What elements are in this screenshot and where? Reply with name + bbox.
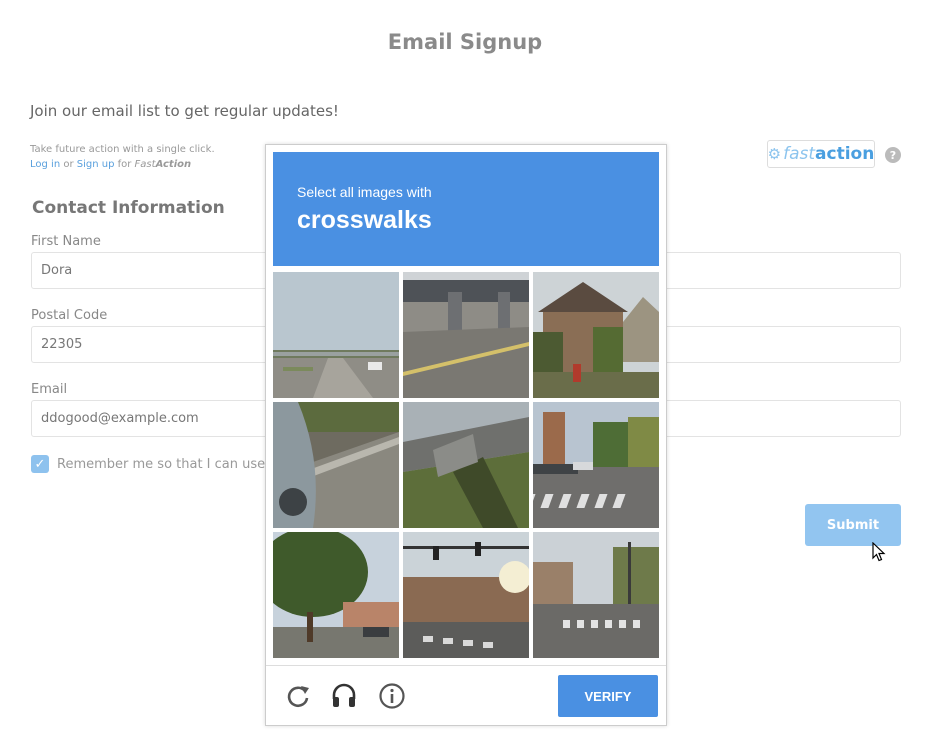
fastaction-note: Take future action with a single click. … xyxy=(30,142,215,172)
intro-text: Join our email list to get regular updat… xyxy=(30,102,339,120)
captcha-tile-intersection-crosswalk[interactable] xyxy=(533,402,659,528)
captcha-tile-house-with-tree[interactable] xyxy=(533,272,659,398)
captcha-instruction: Select all images with xyxy=(297,184,432,200)
captcha-target: crosswalks xyxy=(297,206,432,234)
captcha-tile-traffic-light-crosswalk[interactable] xyxy=(403,532,529,658)
first-name-label: First Name xyxy=(31,234,101,249)
remember-label: Remember me so that I can use Fa xyxy=(57,456,284,472)
mouse-cursor-icon xyxy=(872,542,886,562)
captcha-header: Select all images with crosswalks xyxy=(273,152,659,266)
remember-checkbox[interactable]: ✓ xyxy=(31,455,49,473)
logo-fast-text: fast xyxy=(783,144,816,164)
captcha-tile-bridge-underside[interactable] xyxy=(403,402,529,528)
email-label: Email xyxy=(31,382,68,397)
or-text: or xyxy=(60,159,77,170)
captcha-tile-under-bridge-road[interactable] xyxy=(403,272,529,398)
captcha-tile-highway-overpass[interactable] xyxy=(273,272,399,398)
audio-headphones-icon[interactable] xyxy=(330,682,358,710)
reload-icon[interactable] xyxy=(284,682,312,710)
captcha-divider xyxy=(266,665,666,666)
captcha-tile-street-crosswalk[interactable] xyxy=(533,532,659,658)
login-link[interactable]: Log in xyxy=(30,159,60,170)
for-text: for xyxy=(114,159,135,170)
logo-action-text: action xyxy=(815,144,875,164)
fastaction-brand: FastAction xyxy=(134,159,192,170)
page-title: Email Signup xyxy=(387,30,543,54)
signup-link[interactable]: Sign up xyxy=(77,159,115,170)
submit-button[interactable]: Submit xyxy=(805,504,901,546)
help-icon[interactable]: ? xyxy=(885,147,901,163)
contact-section-title: Contact Information xyxy=(32,198,225,218)
fastaction-note-text: Take future action with a single click. xyxy=(30,144,215,155)
verify-button[interactable]: VERIFY xyxy=(558,675,658,717)
captcha-tile-car-curb-closeup[interactable] xyxy=(273,402,399,528)
remember-me: ✓ Remember me so that I can use Fa xyxy=(31,455,284,473)
captcha-tile-trees-parking-lot[interactable] xyxy=(273,532,399,658)
postal-code-label: Postal Code xyxy=(31,308,108,323)
fastaction-logo[interactable]: ⚙ fast action xyxy=(767,140,875,168)
gear-icon: ⚙ xyxy=(767,145,782,163)
captcha-challenge: Select all images with crosswalks VERIFY xyxy=(265,144,667,726)
info-icon[interactable] xyxy=(378,682,406,710)
